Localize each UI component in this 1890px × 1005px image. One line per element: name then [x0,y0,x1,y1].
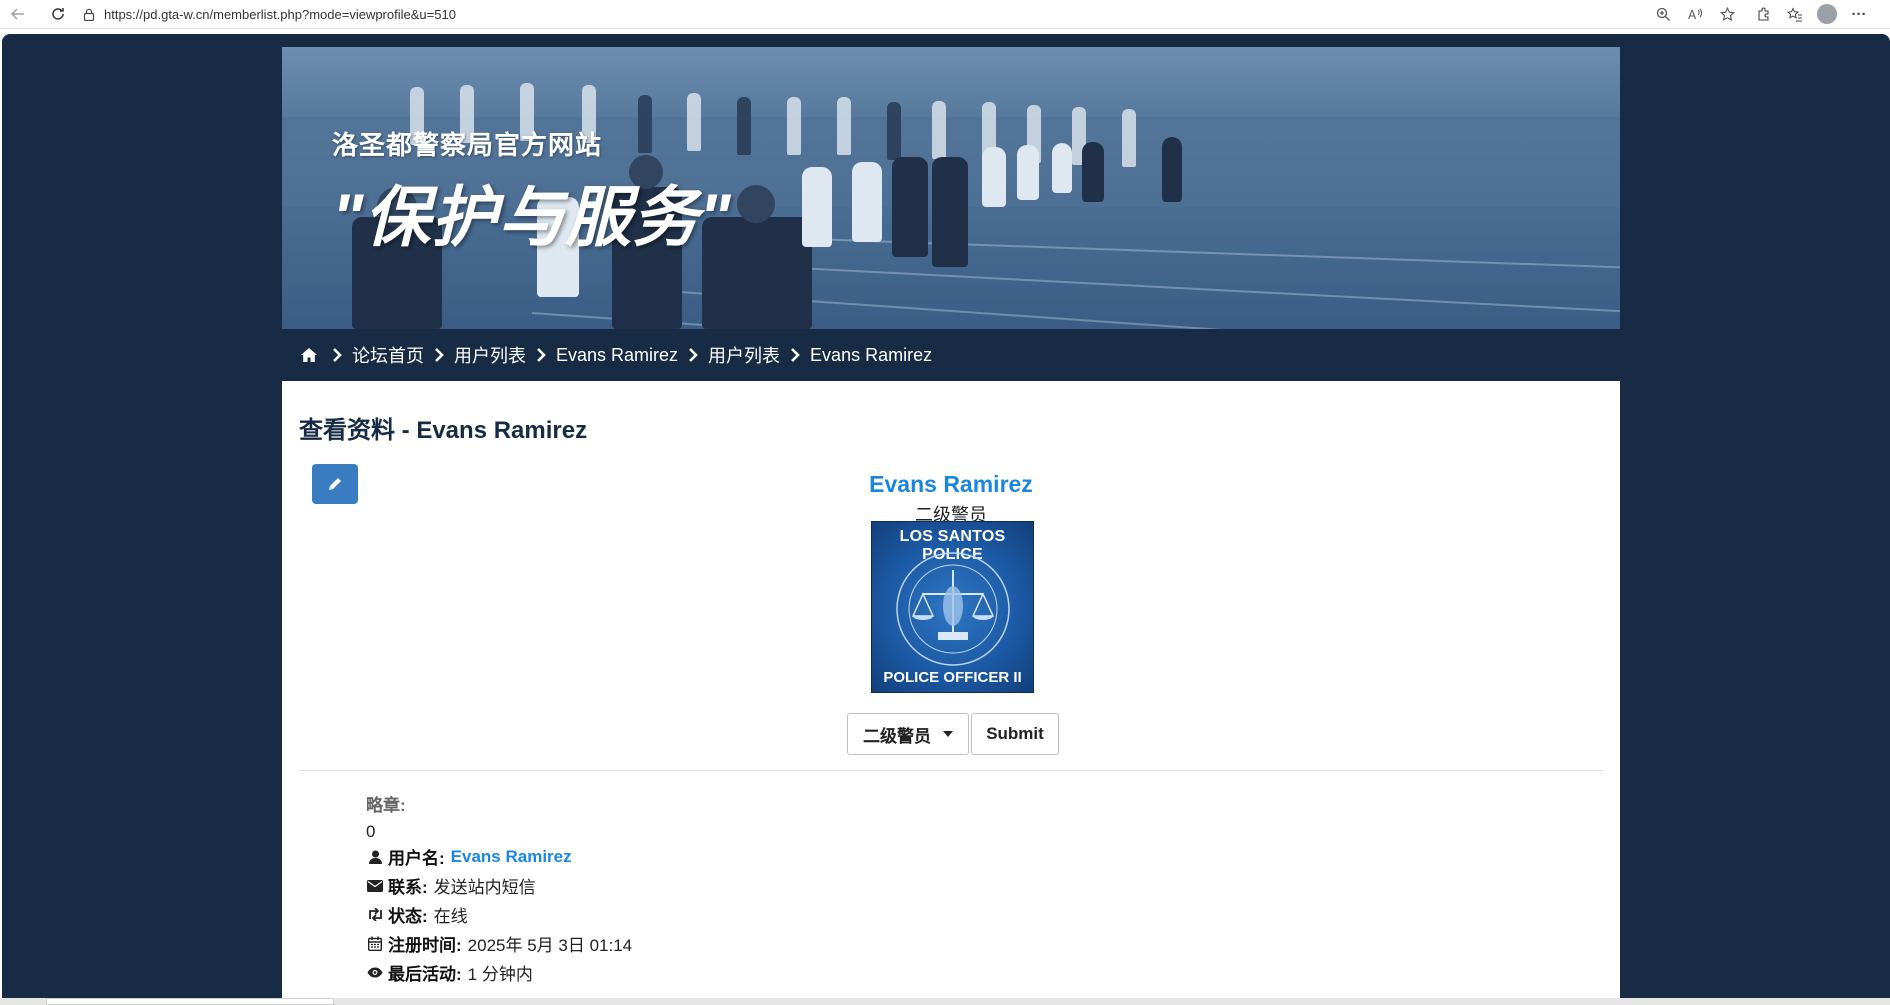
send-pm-link[interactable]: 发送站内短信 [434,873,536,898]
browser-toolbar: https://pd.gta-w.cn/memberlist.php?mode=… [0,0,1890,29]
username-link[interactable]: Evans Ramirez [451,847,572,867]
site-banner[interactable]: 洛圣都警察局官方网站 "保护与服务" [282,47,1620,329]
breadcrumb-member-list[interactable]: 用户列表 [454,342,526,368]
rank-badge-image: LOS SANTOS POLICE POLICE OFFICER II [871,521,1034,693]
home-icon[interactable] [300,345,320,365]
eye-icon [366,965,384,981]
zoom-icon[interactable] [1650,3,1676,25]
site-wrapper: 洛圣都警察局官方网站 "保护与服务" 论坛首页 用户列表 Evans Ramir… [282,47,1620,998]
more-menu-icon[interactable]: ··· [1846,3,1872,25]
page-background: 洛圣都警察局官方网站 "保护与服务" 论坛首页 用户列表 Evans Ramir… [2,34,1890,998]
breadcrumb-forum-index[interactable]: 论坛首页 [352,342,424,368]
lock-icon [78,8,100,21]
rank-dropdown-value: 二级警员 [863,726,931,746]
arrow-left-icon [10,8,24,20]
page-title: 查看资料 - Evans Ramirez [299,417,588,444]
field-joined: 注册时间: 2025年 5月 3日 01:14 [366,929,632,958]
profile-avatar-icon[interactable] [1814,3,1840,25]
last-active-label: 最后活动: [388,965,462,984]
chevron-right-icon [434,346,446,364]
joined-value: 2025年 5月 3日 01:14 [467,936,633,955]
caret-down-icon [943,731,953,737]
profile-username[interactable]: Evans Ramirez [282,471,1620,498]
user-icon [366,849,384,865]
extensions-icon[interactable] [1750,3,1776,25]
medal-label: 略章: [366,796,406,815]
favorite-star-icon[interactable] [1714,3,1740,25]
reload-icon [52,8,64,20]
banner-subtitle: 洛圣都警察局官方网站 [332,130,603,160]
field-contact: 联系: 发送站内短信 [366,871,632,900]
banner-text: 洛圣都警察局官方网站 "保护与服务" [332,125,732,260]
back-button[interactable] [4,0,32,28]
joined-label: 注册时间: [388,936,462,955]
chevron-right-icon [332,346,344,364]
chevron-right-icon [688,346,700,364]
status-label: 状态: [388,907,428,926]
police-seal-icon [896,552,1010,666]
breadcrumb-user[interactable]: Evans Ramirez [556,345,678,366]
address-bar[interactable]: https://pd.gta-w.cn/memberlist.php?mode=… [78,2,1438,26]
medal-value: 0 [366,822,376,841]
profile-details: 略章: 0 用户名: Evans Ramirez 联系: 发送站内短信 状态: … [366,791,632,987]
chevron-right-icon [790,346,802,364]
retweet-icon [366,907,384,923]
badge-bottom-text: POLICE OFFICER II [883,669,1022,686]
divider [299,770,1603,771]
breadcrumb: 论坛首页 用户列表 Evans Ramirez 用户列表 Evans Ramir… [282,329,1620,381]
last-active-value: 1 分钟内 [467,965,533,984]
url-text: https://pd.gta-w.cn/memberlist.php?mode=… [104,6,456,22]
rank-dropdown[interactable]: 二级警员 [847,713,969,755]
svg-text:A: A [1688,8,1697,22]
breadcrumb-user-2[interactable]: Evans Ramirez [810,345,932,366]
profile-content: 查看资料 - Evans Ramirez Evans Ramirez 二级警员 … [282,381,1620,998]
field-last-active: 最后活动: 1 分钟内 [366,958,632,987]
contact-label: 联系: [388,878,428,897]
chevron-right-icon [536,346,548,364]
download-tab[interactable] [46,998,334,1005]
calendar-icon [366,936,384,952]
breadcrumb-member-list-2[interactable]: 用户列表 [708,342,780,368]
username-label: 用户名: [388,849,445,868]
field-status: 状态: 在线 [366,900,632,929]
status-value: 在线 [433,907,468,926]
favorites-list-icon[interactable] [1782,3,1808,25]
banner-motto: "保护与服务" [332,180,732,254]
reload-button[interactable] [44,0,72,28]
submit-button[interactable]: Submit [971,713,1059,755]
envelope-icon [366,878,384,894]
read-aloud-icon[interactable]: A [1682,3,1708,25]
field-username: 用户名: Evans Ramirez [366,842,632,871]
